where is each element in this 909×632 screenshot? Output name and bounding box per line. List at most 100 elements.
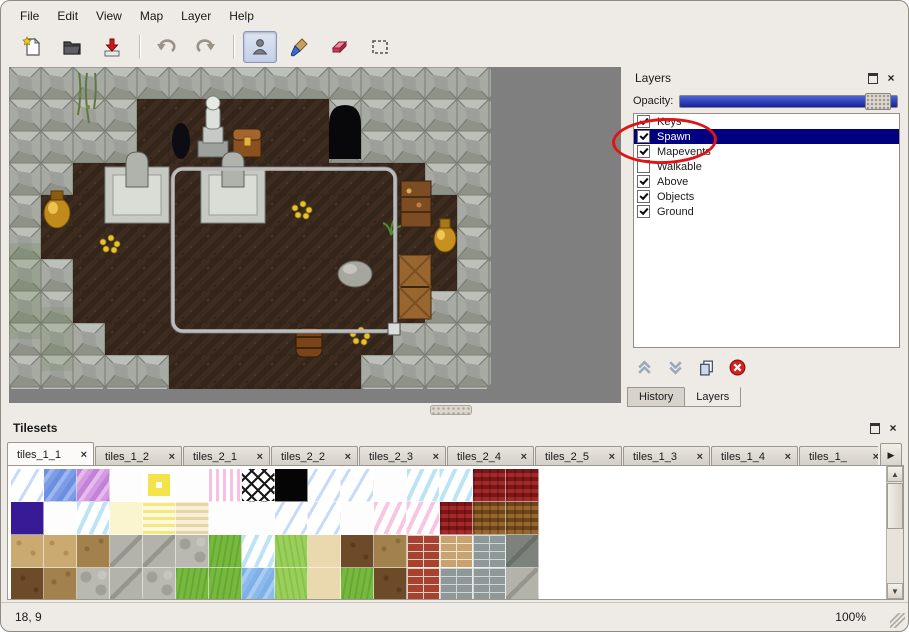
tileset-tile[interactable]: [242, 535, 275, 568]
tileset-tile[interactable]: [77, 568, 110, 600]
tileset-tile[interactable]: [407, 568, 440, 600]
tab-close-icon[interactable]: ×: [165, 451, 175, 463]
tileset-tile[interactable]: [341, 469, 374, 502]
tileset-tile[interactable]: [143, 502, 176, 535]
tileset-tile[interactable]: [110, 502, 143, 535]
tileset-tile[interactable]: [341, 535, 374, 568]
brush-tool-button[interactable]: [283, 31, 317, 63]
menu-item-layer[interactable]: Layer: [172, 6, 220, 26]
tileset-tile[interactable]: [110, 568, 143, 600]
delete-layer-button[interactable]: [728, 358, 746, 376]
move-layer-up-button[interactable]: [635, 358, 653, 376]
tileset-tile[interactable]: [143, 469, 176, 502]
tab-close-icon[interactable]: ×: [605, 451, 615, 463]
tileset-tile[interactable]: [176, 502, 209, 535]
layer-row-mapevents[interactable]: Mapevents: [634, 144, 899, 159]
tileset-tile[interactable]: [11, 568, 44, 600]
tab-close-icon[interactable]: ×: [429, 451, 439, 463]
layer-row-above[interactable]: Above: [634, 174, 899, 189]
tileset-tile[interactable]: [275, 469, 308, 502]
layer-visibility-checkbox[interactable]: [637, 175, 650, 188]
tileset-tile[interactable]: [44, 568, 77, 600]
menu-item-edit[interactable]: Edit: [48, 6, 87, 26]
tileset-tile[interactable]: [275, 535, 308, 568]
layer-visibility-checkbox[interactable]: [637, 145, 650, 158]
tab-close-icon[interactable]: ×: [77, 449, 87, 461]
open-button[interactable]: [55, 31, 89, 63]
selection-resize-handle[interactable]: [388, 323, 400, 335]
tileset-tile[interactable]: [473, 469, 506, 502]
close-icon[interactable]: ×: [886, 421, 900, 435]
layer-list[interactable]: KeysSpawnMapeventsWalkableAboveObjectsGr…: [633, 113, 900, 348]
new-file-button[interactable]: [15, 31, 49, 63]
tileset-tile[interactable]: [11, 502, 44, 535]
tileset-tile[interactable]: [209, 535, 242, 568]
tileset-tile[interactable]: [44, 535, 77, 568]
tileset-tile[interactable]: [176, 535, 209, 568]
layer-visibility-checkbox[interactable]: [637, 205, 650, 218]
splitter-handle[interactable]: [430, 405, 472, 415]
tileset-tile[interactable]: [407, 502, 440, 535]
scroll-down-icon[interactable]: ▼: [887, 583, 903, 599]
undo-button[interactable]: [149, 31, 183, 63]
tileset-tile[interactable]: [242, 568, 275, 600]
layer-visibility-checkbox[interactable]: [637, 130, 650, 143]
tileset-tab-tiles_2_3[interactable]: tiles_2_3×: [359, 446, 446, 466]
tileset-tile[interactable]: [77, 469, 110, 502]
tab-close-icon[interactable]: ×: [869, 451, 878, 463]
tileset-tile[interactable]: [440, 568, 473, 600]
layer-visibility-checkbox[interactable]: [637, 190, 650, 203]
tileset-tile[interactable]: [11, 469, 44, 502]
tileset-tile[interactable]: [308, 469, 341, 502]
tileset-tile[interactable]: [308, 568, 341, 600]
eraser-tool-button[interactable]: [323, 31, 357, 63]
tileset-tile[interactable]: [308, 535, 341, 568]
tileset-tile[interactable]: [341, 568, 374, 600]
tileset-tab-tiles_1_[interactable]: tiles_1_×: [799, 446, 878, 466]
tileset-scrollbar[interactable]: ▲ ▼: [886, 466, 903, 599]
tileset-tab-tiles_1_1[interactable]: tiles_1_1×: [7, 442, 94, 466]
move-layer-down-button[interactable]: [666, 358, 684, 376]
dock-tab-history[interactable]: History: [627, 387, 685, 407]
map-canvas[interactable]: [9, 67, 491, 389]
tab-close-icon[interactable]: ×: [253, 451, 263, 463]
menu-item-file[interactable]: File: [11, 6, 48, 26]
tileset-tile[interactable]: [143, 535, 176, 568]
tileset-tile[interactable]: [44, 502, 77, 535]
tileset-tile[interactable]: [506, 568, 539, 600]
menu-item-view[interactable]: View: [87, 6, 131, 26]
tileset-tile[interactable]: [242, 502, 275, 535]
tileset-tab-tiles_2_5[interactable]: tiles_2_5×: [535, 446, 622, 466]
tab-close-icon[interactable]: ×: [517, 451, 527, 463]
tileset-tile[interactable]: [440, 535, 473, 568]
tileset-tile[interactable]: [110, 535, 143, 568]
tileset-tab-tiles_1_4[interactable]: tiles_1_4×: [711, 446, 798, 466]
tileset-tile[interactable]: [77, 535, 110, 568]
select-tool-button[interactable]: [363, 31, 397, 63]
tileset-tile[interactable]: [374, 469, 407, 502]
tab-close-icon[interactable]: ×: [693, 451, 703, 463]
tileset-tile[interactable]: [440, 469, 473, 502]
tileset-tile[interactable]: [44, 469, 77, 502]
float-icon[interactable]: [868, 421, 882, 435]
scrollbar-thumb[interactable]: [887, 483, 903, 529]
opacity-slider-handle[interactable]: [865, 93, 891, 110]
tileset-tile[interactable]: [275, 568, 308, 600]
tileset-tile[interactable]: [143, 568, 176, 600]
tileset-grid[interactable]: [11, 469, 539, 600]
tileset-tile[interactable]: [473, 502, 506, 535]
tileset-tile[interactable]: [506, 535, 539, 568]
tileset-tab-tiles_2_1[interactable]: tiles_2_1×: [183, 446, 270, 466]
tileset-tile[interactable]: [473, 535, 506, 568]
tileset-tab-tiles_1_2[interactable]: tiles_1_2×: [95, 446, 182, 466]
tileset-tile[interactable]: [374, 535, 407, 568]
tileset-tile[interactable]: [308, 502, 341, 535]
tab-close-icon[interactable]: ×: [341, 451, 351, 463]
layer-row-objects[interactable]: Objects: [634, 189, 899, 204]
tileset-tile[interactable]: [374, 502, 407, 535]
menu-item-help[interactable]: Help: [220, 6, 263, 26]
layer-row-keys[interactable]: Keys: [634, 114, 899, 129]
layer-visibility-checkbox[interactable]: [637, 115, 650, 128]
tab-close-icon[interactable]: ×: [781, 451, 791, 463]
tileset-tile[interactable]: [176, 469, 209, 502]
